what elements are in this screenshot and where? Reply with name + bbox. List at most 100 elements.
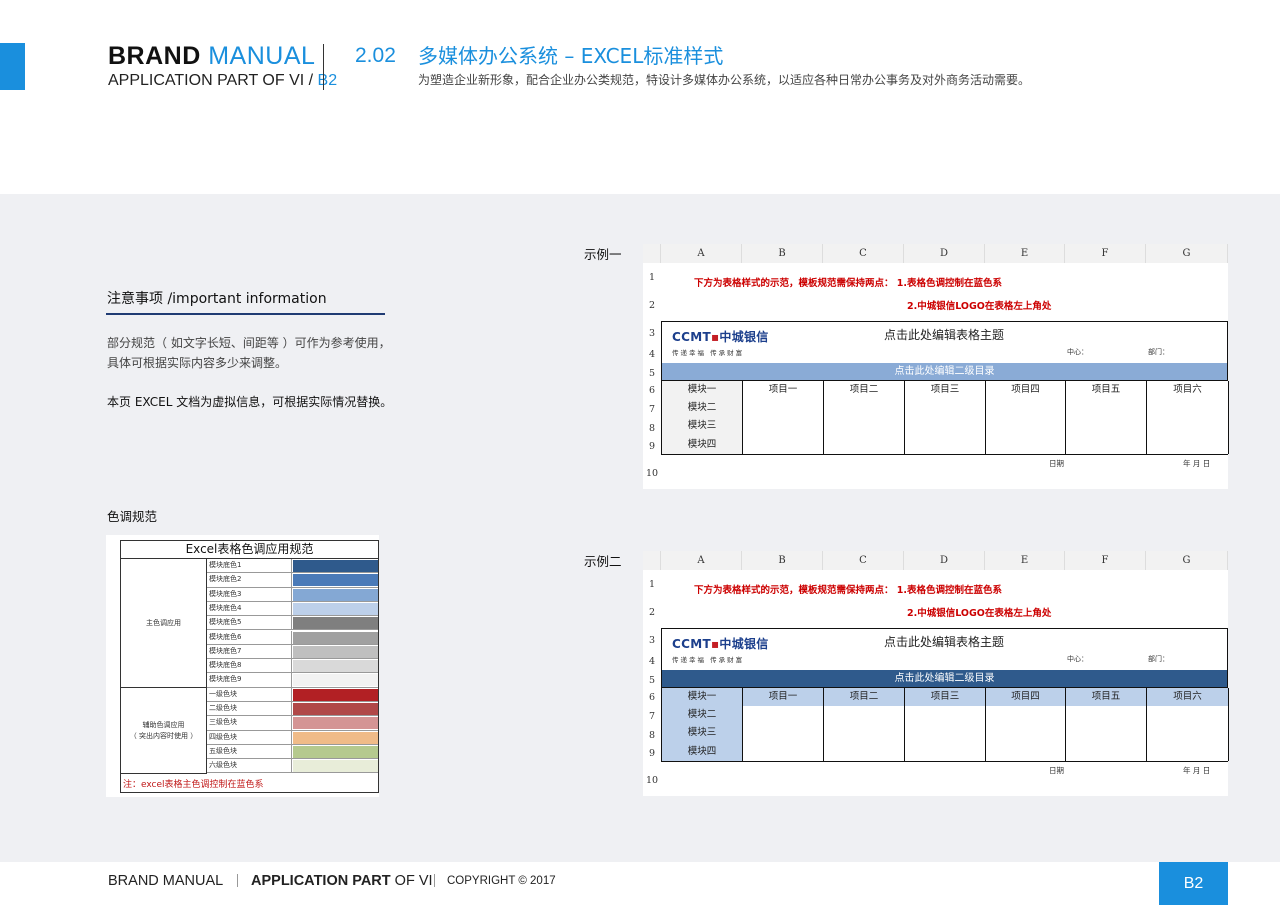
grid-cell — [1147, 417, 1229, 436]
color-spec-divider — [291, 616, 292, 631]
color-spec-label: 模块底色7 — [209, 646, 242, 655]
color-spec-label: 四级色块 — [209, 732, 237, 741]
column-header: F — [1065, 551, 1146, 570]
grid-cell — [1147, 724, 1229, 743]
section-description: 为塑造企业新形象，配合企业办公类规范，特设计多媒体办公系统，以适应各种日常办公事… — [418, 73, 1031, 87]
column-header: E — [985, 551, 1065, 570]
grid-row-label: 模块三 — [662, 724, 743, 743]
grid-cell — [824, 705, 905, 724]
row-number: 8 — [648, 730, 656, 741]
color-spec-row: 模块底色9 — [207, 673, 378, 688]
color-spec-divider — [291, 759, 292, 774]
color-spec-row: 五级色块 — [207, 744, 378, 760]
grid-cell — [1066, 742, 1147, 761]
color-spec-label: 模块底色8 — [209, 661, 242, 670]
row-number: 10 — [645, 468, 659, 479]
color-swatch — [293, 645, 378, 658]
footer-application: APPLICATION PART OF VI — [251, 873, 433, 889]
grid-header-cell: 项目三 — [905, 381, 986, 400]
grid-cell — [743, 705, 824, 724]
notes-underline — [106, 313, 385, 315]
color-spec-label: 模块底色1 — [209, 561, 242, 569]
grid-header-cell: 项目三 — [905, 688, 986, 707]
grid-row-label: 模块二 — [662, 398, 743, 417]
grid-cell — [905, 742, 986, 761]
color-spec-table: Excel表格色调应用规范 主色调应用 辅助色调应用（ 突出内容时使用 ） 模块… — [120, 540, 379, 793]
color-spec-row: 二级色块 — [207, 702, 378, 717]
color-spec-note: 注：excel表格主色调控制在蓝色系 — [123, 780, 264, 790]
grid-header-cell: 项目六 — [1147, 688, 1229, 707]
color-spec-divider — [291, 659, 292, 674]
color-spec-label: 一级色块 — [209, 689, 237, 698]
color-spec-divider — [291, 702, 292, 716]
grid-cell — [1066, 705, 1147, 724]
header-accent-tab — [0, 43, 25, 90]
dept-label: 部门： — [1148, 348, 1169, 356]
application-part-subtitle: APPLICATION PART OF VI / B2 — [108, 72, 338, 89]
template-rule-line: 下方为表格样式的示范，模板规范需保持两点： 1.表格色调控制在蓝色系 — [694, 278, 1003, 289]
color-spec-row: 模块底色2 — [207, 573, 378, 588]
grid-cell — [986, 724, 1066, 743]
row-number: 4 — [648, 656, 656, 667]
row-number: 3 — [648, 635, 656, 646]
grid-cell — [824, 724, 905, 743]
color-swatch — [293, 688, 378, 701]
grid-cell — [1066, 398, 1147, 417]
dept-label: 部门： — [1148, 655, 1169, 663]
grid-cell — [1066, 724, 1147, 743]
notes-paragraph: 部分规范（ 如文字长短、间距等 ）可作为参考使用， 具体可根据实际内容多少来调整… — [107, 336, 391, 370]
section-title: 多媒体办公系统 – EXCEL标准样式 — [418, 44, 724, 68]
logo-latin: CCMT — [672, 330, 711, 344]
color-spec-label: 二级色块 — [209, 704, 237, 712]
grid-header-cell: 项目一 — [743, 381, 824, 400]
column-header: D — [904, 244, 985, 263]
color-swatch — [293, 617, 378, 630]
color-spec-label: 五级色块 — [209, 746, 237, 755]
primary-group-label: 主色调应用 — [121, 559, 207, 688]
color-spec-row: 四级色块 — [207, 730, 378, 745]
grid-header-row: 模块一 项目一 项目二 项目三 项目四 项目五 项目六 — [662, 687, 1229, 707]
template-rule-line: 下方为表格样式的示范，模板规范需保持两点： 1.表格色调控制在蓝色系 — [694, 585, 1003, 596]
date-fields: 年 月 日 — [1183, 766, 1211, 775]
grid-cell — [986, 435, 1066, 454]
template-rule-line: 2.中城银信LOGO在表格左上角处 — [907, 301, 1052, 312]
grid-row-label: 模块四 — [662, 742, 743, 761]
grid-header-cell: 项目六 — [1147, 381, 1229, 400]
color-spec-row: 模块底色1 — [207, 559, 378, 574]
grid-row-label: 模块四 — [662, 435, 743, 454]
color-spec-row: 模块底色6 — [207, 630, 378, 645]
ccmt-logo: CCMT▪中城银信 传递幸福 传承财富 — [672, 635, 769, 664]
ccmt-logo: CCMT▪中城银信 传递幸福 传承财富 — [672, 328, 769, 357]
color-spec-label: 模块底色2 — [209, 575, 242, 584]
grid-header-cell: 项目四 — [986, 688, 1066, 707]
column-header: D — [904, 551, 985, 570]
color-spec-label: 三级色块 — [209, 718, 237, 727]
grid-header-row: 模块一 项目一 项目二 项目三 项目四 项目五 项目六 — [662, 380, 1229, 400]
color-spec-divider — [291, 744, 292, 759]
grid-row-label: 模块三 — [662, 417, 743, 436]
logo-chinese: 中城银信 — [719, 330, 769, 344]
grid-cell — [743, 724, 824, 743]
date-label: 日期 — [1049, 766, 1064, 775]
grid-row: 模块三 — [662, 417, 1229, 436]
grid-cell — [905, 435, 986, 454]
grid-cell — [743, 742, 824, 761]
sample-two-label: 示例二 — [584, 554, 622, 569]
logo-wordmark: CCMT▪中城银信 — [672, 328, 769, 345]
grid-cell — [986, 417, 1066, 436]
row-number: 10 — [645, 775, 659, 786]
grid-row: 模块四 — [662, 435, 1229, 454]
column-header: C — [823, 244, 904, 263]
color-spec-card: Excel表格色调应用规范 主色调应用 辅助色调应用（ 突出内容时使用 ） 模块… — [106, 535, 379, 797]
grid-header-cell: 模块一 — [662, 381, 743, 400]
color-spec-divider — [291, 630, 292, 645]
color-spec-row: 三级色块 — [207, 716, 378, 731]
color-swatch — [293, 674, 378, 687]
color-spec-label: 模块底色6 — [209, 632, 242, 641]
row-number: 7 — [648, 404, 656, 415]
sheet-title: 点击此处编辑表格主题 — [884, 635, 1005, 649]
column-header: B — [742, 244, 823, 263]
column-header: A — [661, 551, 742, 570]
center-label: 中心： — [1067, 348, 1088, 356]
grid-row: 模块三 — [662, 724, 1229, 743]
